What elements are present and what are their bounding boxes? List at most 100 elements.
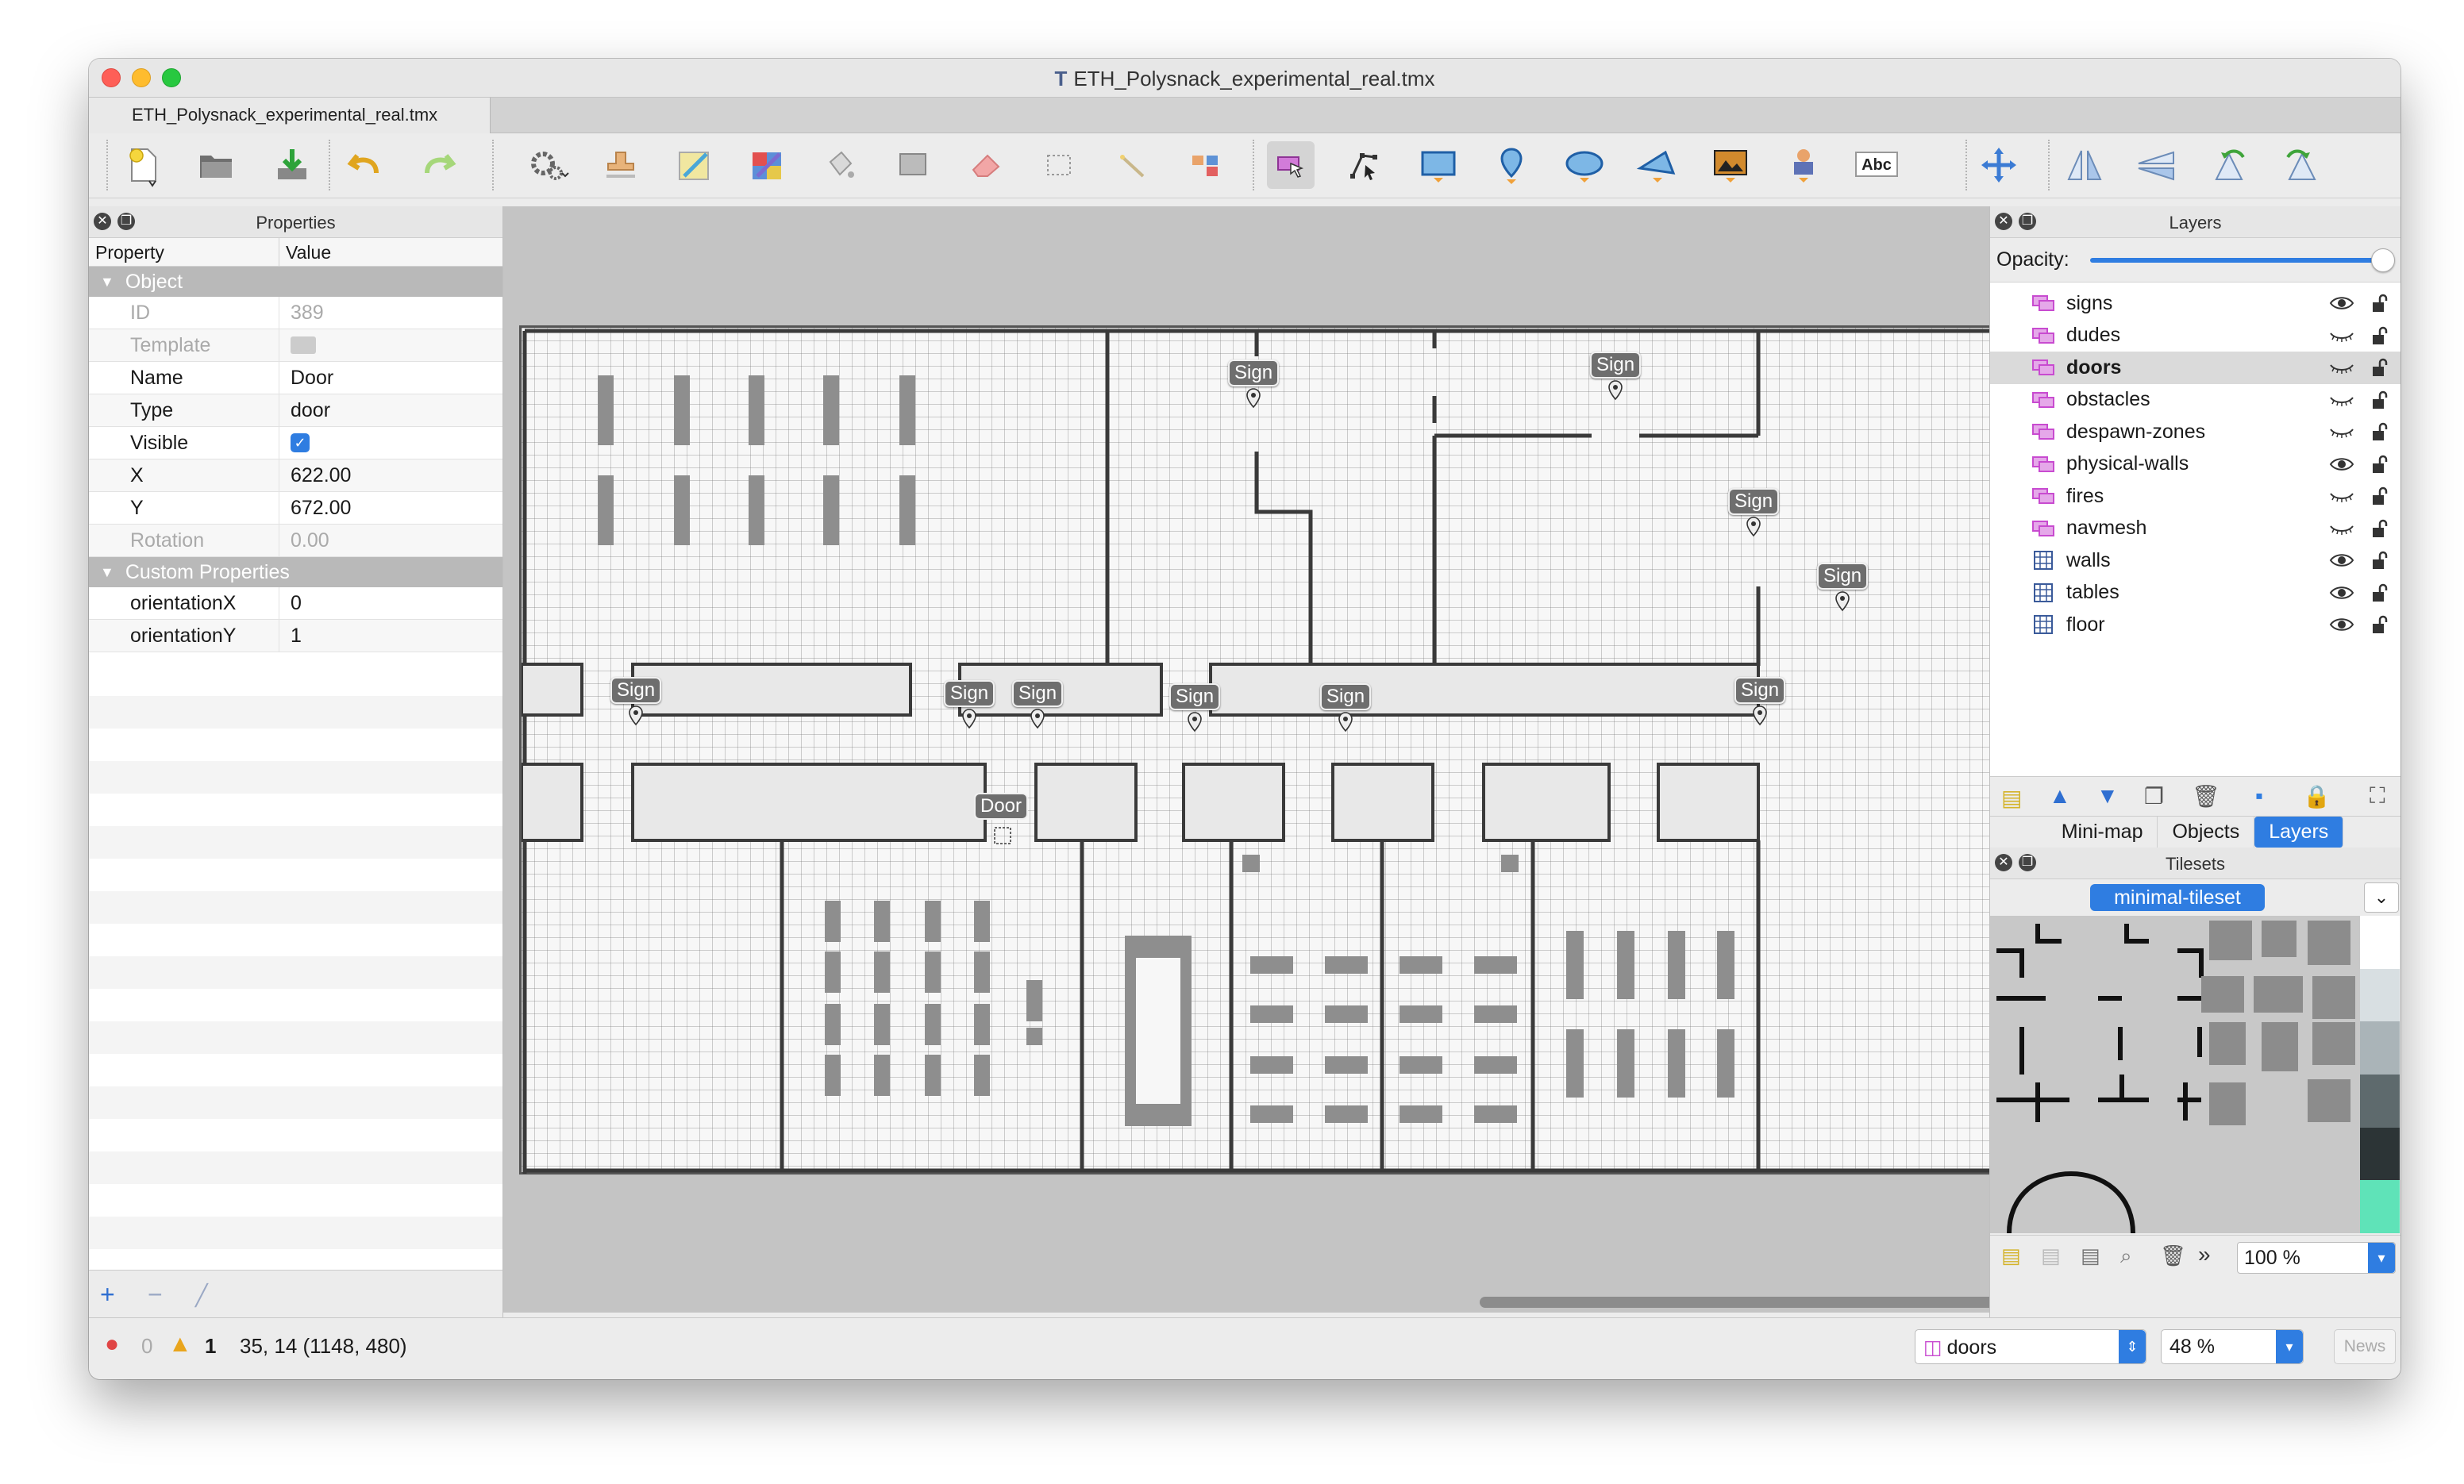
property-row-id[interactable]: ID 389 — [89, 297, 502, 329]
tileset-color-swatch[interactable] — [2360, 1074, 2400, 1128]
insert-text-button[interactable]: Abc — [1853, 141, 1900, 189]
unlock-icon[interactable] — [2372, 390, 2388, 409]
select-same-tile-button[interactable] — [1181, 141, 1229, 189]
redo-button[interactable] — [414, 141, 462, 189]
tileset-color-swatch[interactable] — [2360, 1127, 2400, 1181]
eye-icon[interactable] — [2329, 584, 2354, 602]
close-panel-icon[interactable]: ✕ — [1995, 854, 2012, 871]
insert-template-button[interactable] — [1780, 141, 1827, 189]
unlock-icon[interactable] — [2372, 486, 2388, 506]
tab-layers[interactable]: Layers — [2254, 817, 2344, 848]
sign-object[interactable]: Sign — [1734, 677, 1787, 728]
unlock-icon[interactable] — [2372, 455, 2388, 474]
add-property-icon[interactable]: + — [100, 1280, 115, 1309]
tile-map[interactable]: Sign Sign Sign Sign Sign Sign Sign Sign … — [519, 325, 2073, 1175]
layer-row-dudes[interactable]: dudes — [1990, 320, 2400, 352]
lower-layer-icon[interactable]: ▼ — [2096, 783, 2119, 809]
highlight-layer-icon[interactable]: ⛶ — [2370, 783, 2385, 809]
rotate-right-button[interactable] — [2278, 141, 2326, 189]
layer-row-fires[interactable]: fires — [1990, 480, 2400, 513]
rotate-left-button[interactable] — [2205, 141, 2253, 189]
map-canvas[interactable]: Sign Sign Sign Sign Sign Sign Sign Sign … — [503, 206, 2073, 1313]
unlock-icon[interactable] — [2372, 294, 2388, 313]
layer-row-floor[interactable]: floor — [1990, 609, 2400, 641]
close-panel-icon[interactable]: ✕ — [94, 213, 111, 230]
tab-objects[interactable]: Objects — [2158, 817, 2255, 848]
terrain-brush-button[interactable] — [670, 141, 718, 189]
unlock-icon[interactable] — [2372, 358, 2388, 377]
duplicate-layer-icon[interactable]: ❐ — [2144, 783, 2164, 809]
insert-tile-button[interactable] — [1707, 141, 1754, 189]
unlock-icon[interactable] — [2372, 551, 2388, 570]
layer-row-physical-walls[interactable]: physical-walls — [1990, 448, 2400, 481]
property-row-name[interactable]: Name Door — [89, 362, 502, 394]
rectangular-select-button[interactable] — [1035, 141, 1083, 189]
offset-layer-button[interactable] — [1975, 141, 2023, 189]
undo-button[interactable] — [341, 141, 389, 189]
shape-fill-button[interactable] — [889, 141, 937, 189]
magic-wand-button[interactable] — [1108, 141, 1156, 189]
property-row-visible[interactable]: Visible ✓ — [89, 427, 502, 459]
new-layer-icon[interactable]: ▤ — [2001, 785, 2022, 811]
layer-row-signs[interactable]: signs — [1990, 287, 2400, 320]
sign-object[interactable]: Sign — [1590, 352, 1642, 402]
float-panel-icon[interactable]: ❐ — [117, 213, 135, 230]
insert-rectangle-button[interactable] — [1415, 141, 1462, 189]
property-column-header[interactable]: Property — [89, 238, 279, 266]
new-tileset-icon[interactable]: ▤ — [2001, 1244, 2021, 1268]
horizontal-scrollbar[interactable] — [1480, 1297, 1996, 1308]
more-chevron-icon[interactable]: » — [2198, 1242, 2211, 1267]
raise-layer-icon[interactable]: ▲ — [2049, 783, 2071, 809]
edit-polygons-button[interactable] — [1342, 141, 1389, 189]
eye-closed-icon[interactable] — [2329, 391, 2354, 409]
insert-point-button[interactable] — [1488, 141, 1535, 189]
float-panel-icon[interactable]: ❐ — [2019, 854, 2036, 871]
tileset-color-swatch[interactable] — [2360, 916, 2400, 969]
lock-layer-icon[interactable]: 🔒 — [2303, 783, 2331, 809]
bucket-fill-button[interactable] — [816, 141, 864, 189]
zoom-combo[interactable]: 48 % ▾ — [2161, 1329, 2304, 1364]
save-button[interactable] — [268, 141, 316, 189]
property-row-rotation[interactable]: Rotation 0.00 — [89, 525, 502, 557]
eye-icon[interactable] — [2329, 616, 2354, 633]
property-row-y[interactable]: Y 672.00 — [89, 492, 502, 525]
sign-object[interactable]: Sign — [610, 677, 663, 728]
stamp-brush-button[interactable] — [597, 141, 645, 189]
eye-icon[interactable] — [2329, 294, 2354, 312]
sign-object[interactable]: Sign — [1817, 563, 1869, 613]
flip-horizontal-button[interactable] — [2061, 141, 2108, 189]
close-panel-icon[interactable]: ✕ — [1995, 213, 2012, 230]
wang-brush-button[interactable] — [743, 141, 791, 189]
flip-vertical-button[interactable] — [2132, 141, 2180, 189]
eraser-button[interactable] — [962, 141, 1010, 189]
eye-icon[interactable] — [2329, 552, 2354, 569]
error-icon[interactable]: ● — [105, 1331, 119, 1358]
unlock-icon[interactable] — [2372, 326, 2388, 345]
eye-closed-icon[interactable] — [2329, 423, 2354, 440]
new-map-button[interactable] — [119, 141, 167, 189]
current-layer-combo[interactable]: ◫ doors ⇕ — [1915, 1329, 2146, 1364]
tileset-color-swatch[interactable] — [2360, 1021, 2400, 1075]
unlock-icon[interactable] — [2372, 583, 2388, 602]
layer-row-navmesh[interactable]: navmesh — [1990, 513, 2400, 545]
tileset-view[interactable] — [1990, 916, 2360, 1233]
property-row-type[interactable]: Type door — [89, 394, 502, 427]
layer-row-despawn-zones[interactable]: despawn-zones — [1990, 416, 2400, 448]
select-objects-button[interactable] — [1267, 141, 1315, 189]
tileset-list-dropdown[interactable]: ⌄ — [2364, 882, 2399, 913]
layer-row-obstacles[interactable]: obstacles — [1990, 384, 2400, 417]
visible-checkbox[interactable]: ✓ — [291, 433, 310, 452]
eye-closed-icon[interactable] — [2329, 487, 2354, 505]
eye-icon[interactable] — [2329, 456, 2354, 473]
insert-polygon-button[interactable] — [1634, 141, 1681, 189]
eye-closed-icon[interactable] — [2329, 327, 2354, 344]
opacity-slider[interactable] — [2089, 248, 2395, 272]
warning-icon[interactable]: ▲ — [168, 1331, 192, 1358]
delete-layer-icon[interactable]: 🗑 — [2192, 783, 2220, 809]
tileset-color-swatch[interactable] — [2360, 968, 2400, 1022]
document-tab[interactable]: ETH_Polysnack_experimental_real.tmx — [89, 98, 491, 134]
layer-row-tables[interactable]: tables — [1990, 577, 2400, 609]
layer-row-walls[interactable]: walls — [1990, 544, 2400, 577]
selected-door-object[interactable] — [994, 827, 1011, 844]
y-value-field[interactable]: 672.00 — [279, 492, 502, 524]
